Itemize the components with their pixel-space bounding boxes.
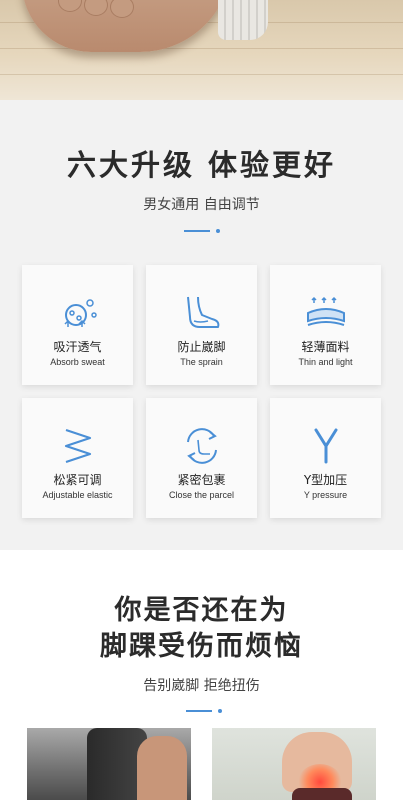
toe-shape <box>58 0 82 12</box>
toe-shape <box>84 0 108 16</box>
feature-card-thin-and-light: 轻薄面料 Thin and light <box>270 265 381 385</box>
wood-grain-line <box>0 48 403 49</box>
feature-label-en: Y pressure <box>303 490 348 500</box>
feature-card-the-sprain: 防止崴脚 The sprain <box>146 265 257 385</box>
wood-grain-line <box>0 74 403 75</box>
sweat-bubbles-icon <box>63 299 97 327</box>
feature-label-cn: 紧密包裹 <box>177 473 226 487</box>
injury-title-line1: 你是否还在为 <box>114 595 289 626</box>
feature-card-y-pressure: Y型加压 Y pressure <box>270 398 381 518</box>
ankle-pain-photo-left <box>27 728 191 800</box>
accent-divider <box>184 229 224 233</box>
ankle-shape <box>137 736 187 800</box>
feature-card-close-the-parcel: 紧密包裹 Close the parcel <box>146 398 257 518</box>
feature-label-en: Absorb sweat <box>50 357 105 367</box>
injury-subtitle: 告别崴脚 拒绝扭伤 <box>143 678 260 694</box>
hero-foot-photo <box>0 0 403 100</box>
fabric-layer-icon <box>306 296 345 326</box>
feature-card-absorb-sweat: 吸汗透气 Absorb sweat <box>22 265 133 385</box>
feature-label-cn: Y型加压 <box>303 473 348 487</box>
ankle-pain-photo-right <box>212 728 376 800</box>
feature-card-adjustable-elastic: 松紧可调 Adjustable elastic <box>22 398 133 518</box>
foot-image <box>22 0 232 52</box>
sock-image <box>218 0 268 40</box>
features-title: 六大升级 体验更好 <box>66 148 337 182</box>
injury-title-line2: 脚踝受伤而烦恼 <box>100 631 303 662</box>
accent-divider <box>186 709 226 713</box>
feature-label-cn: 吸汗透气 <box>53 340 102 354</box>
wrap-cycle-icon <box>186 428 217 464</box>
feature-label-en: The sprain <box>180 357 223 367</box>
feature-label-cn: 松紧可调 <box>53 473 102 487</box>
zigzag-elastic-icon <box>64 428 91 464</box>
feature-label-cn: 轻薄面料 <box>301 340 350 354</box>
shoe-shape <box>292 788 352 800</box>
toe-shape <box>110 0 134 18</box>
feature-label-en: Thin and light <box>298 357 353 367</box>
feature-label-en: Adjustable elastic <box>42 490 113 500</box>
letter-y-icon <box>314 428 337 464</box>
feature-label-en: Close the parcel <box>168 490 235 500</box>
features-subtitle: 男女通用 自由调节 <box>143 197 260 213</box>
foot-icon <box>186 296 219 328</box>
feature-label-cn: 防止崴脚 <box>177 340 226 354</box>
